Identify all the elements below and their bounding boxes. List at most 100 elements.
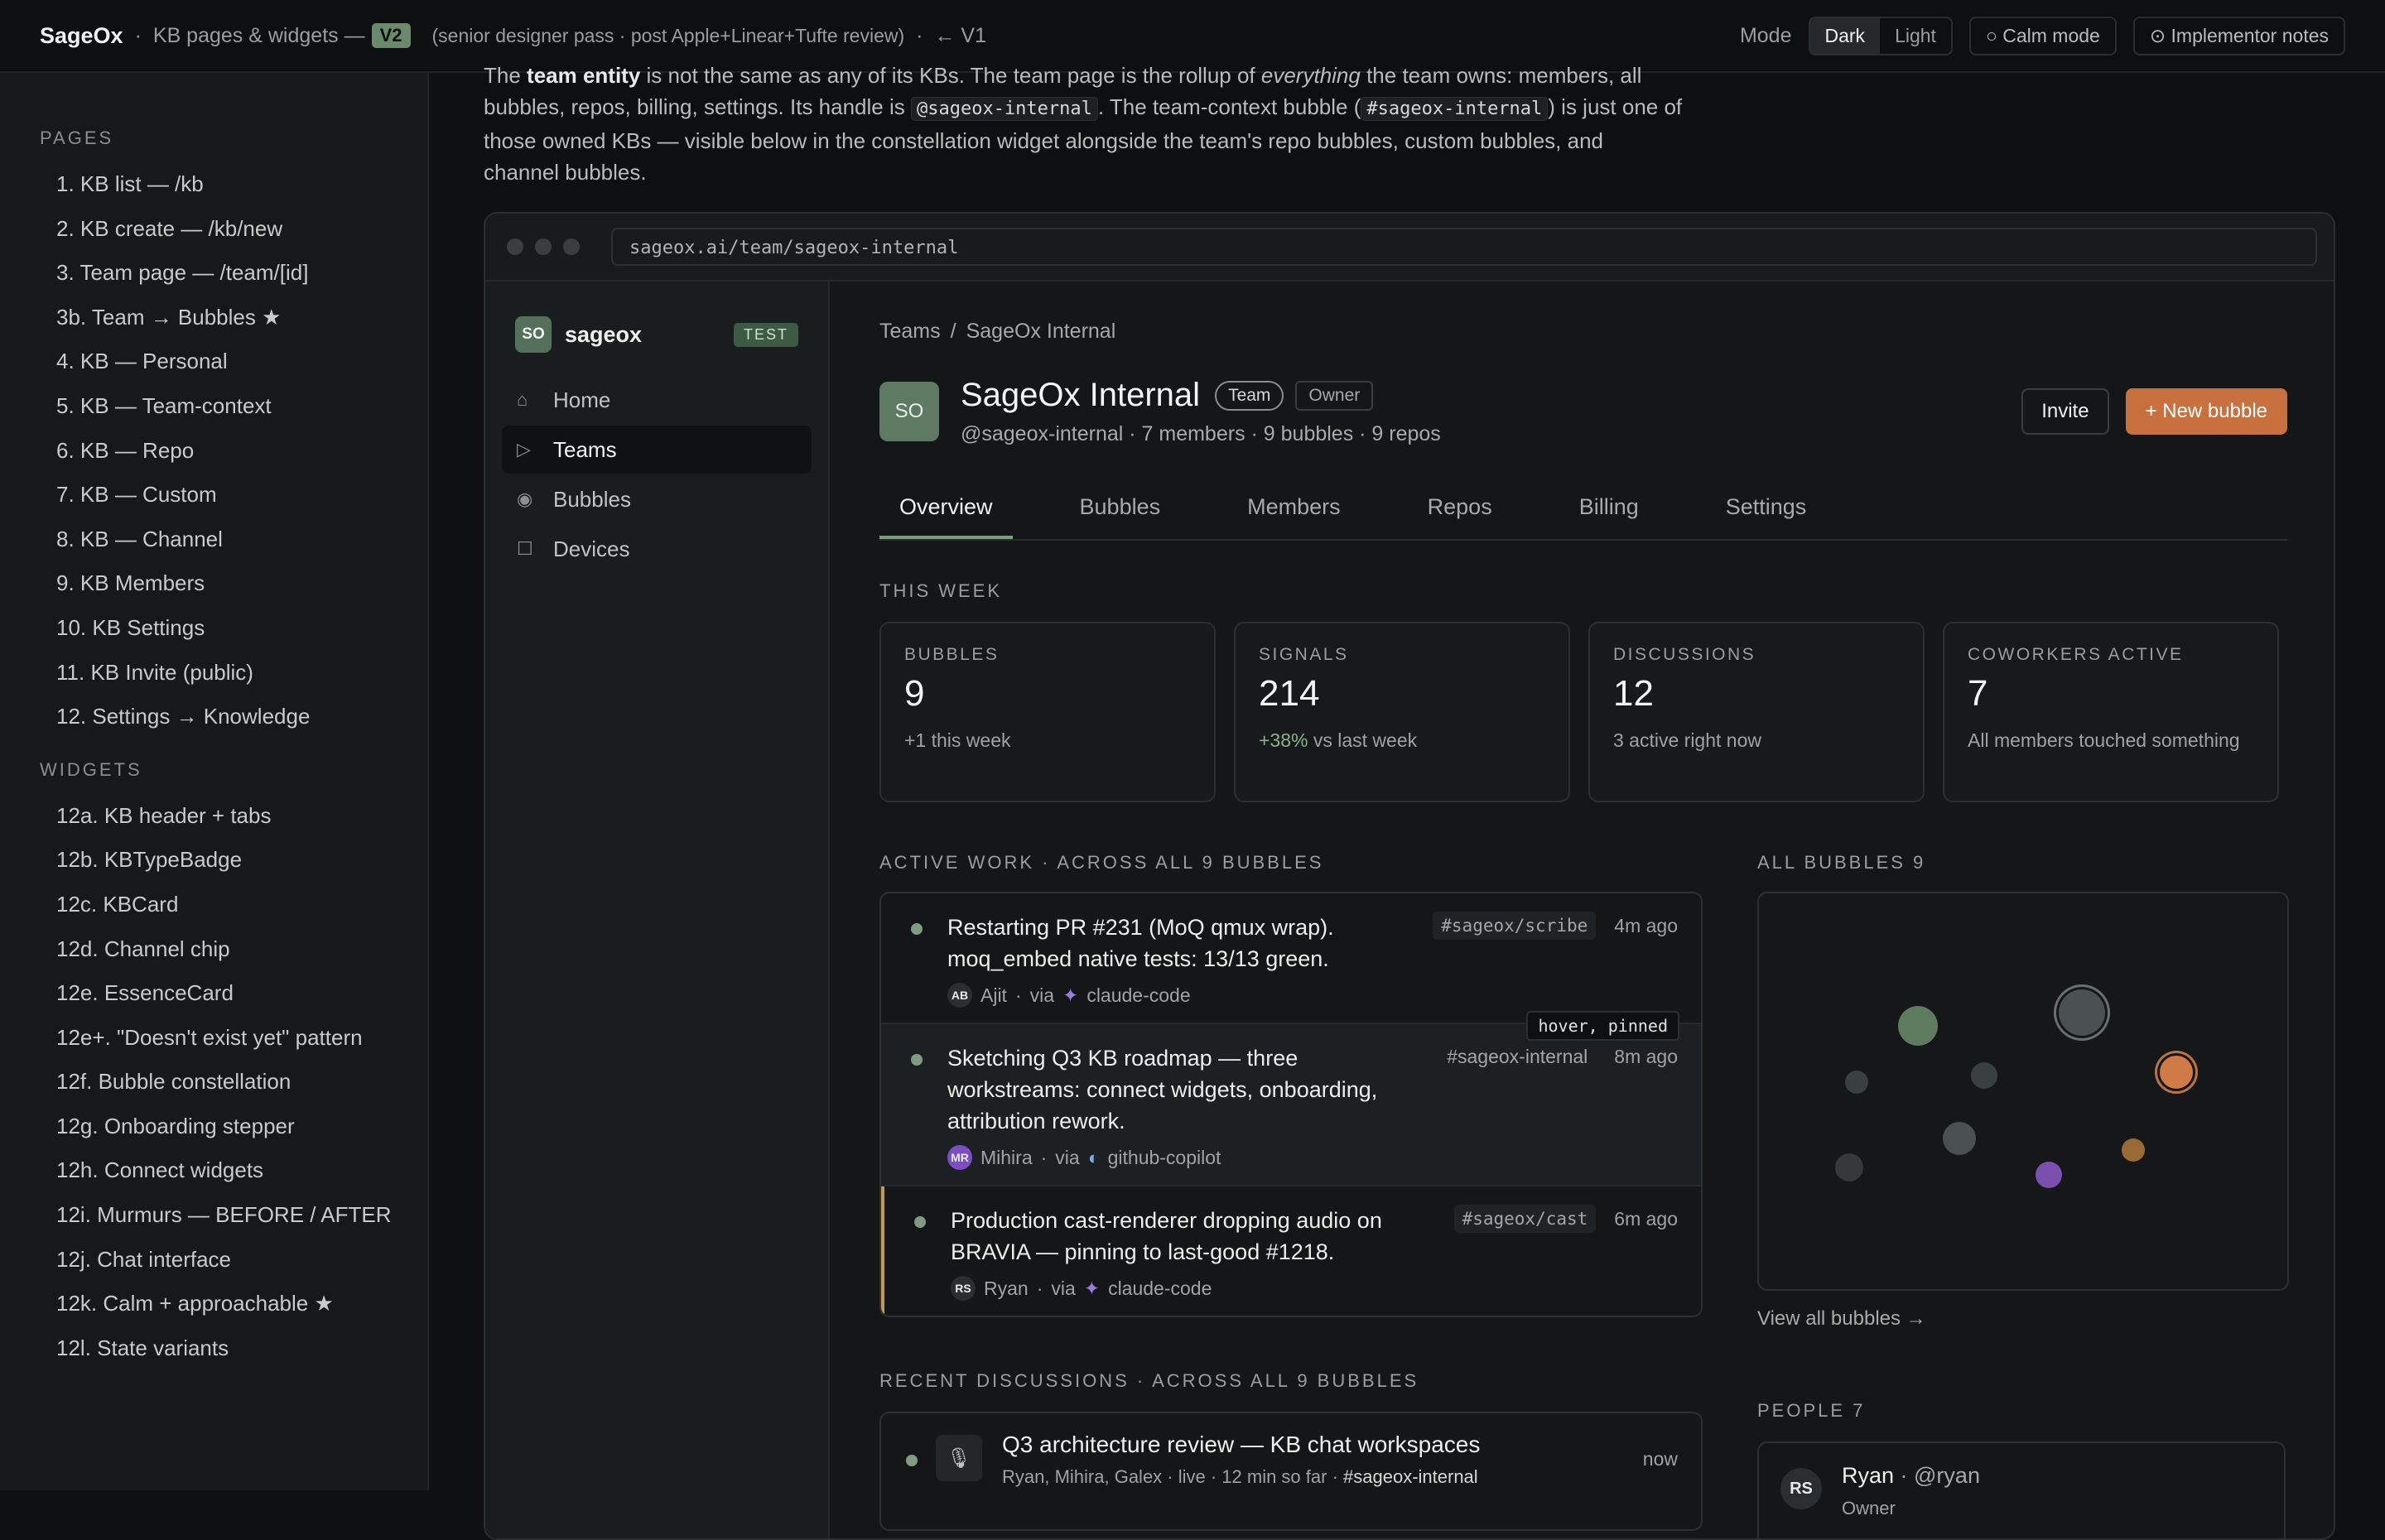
stat-card-discussions: DISCUSSIONS 12 3 active right now [1588,622,1925,802]
nav-widget-link[interactable]: 12b. KBTypeBadge [0,838,427,883]
nav-widget-link[interactable]: 12e+. "Doesn't exist yet" pattern [0,1016,427,1061]
activity-item[interactable]: Restarting PR #231 (MoQ qmux wrap). moq_… [881,893,1701,1024]
tab-members[interactable]: Members [1227,484,1361,539]
nav-widget-link[interactable]: 12i. Murmurs — BEFORE / AFTER [0,1193,427,1238]
stat-value: 214 [1259,673,1320,714]
nav-page-link[interactable]: 9. KB Members [0,561,427,606]
timestamp: 6m ago [1614,1208,1678,1230]
nav-page-link[interactable]: 4. KB — Personal [0,339,427,384]
nav-page-link[interactable]: 1. KB list — /kb [0,162,427,207]
nav-page-link[interactable]: 12. Settings → Knowledge [0,695,427,739]
nav-widget-link[interactable]: 12l. State variants [0,1326,427,1371]
person-role: Owner [1842,1498,1896,1518]
stat-label: SIGNALS [1259,645,1349,664]
via-label: via [1051,1277,1076,1299]
activity-item[interactable]: Production cast-renderer dropping audio … [881,1186,1701,1316]
claude-code-icon: ✦ [1083,1277,1101,1299]
mode-light-button[interactable]: Light [1880,18,1951,54]
nav-widget-link[interactable]: 12d. Channel chip [0,927,427,972]
url-bar[interactable]: sageox.ai/team/sageox-internal [611,228,2317,266]
calm-mode-button[interactable]: ○ Calm mode [1968,16,2117,55]
new-bubble-button[interactable]: + New bubble [2125,388,2287,435]
nav-page-link[interactable]: 2. KB create — /kb/new [0,207,427,252]
nav-page-link[interactable]: 3b. Team → Bubbles ★ [0,296,427,340]
separator: · [134,23,142,47]
role-tag: Owner [1295,380,1374,411]
nav-item-devices[interactable]: ☐ Devices [502,525,812,573]
implementor-notes-button[interactable]: ⊙ Implementor notes [2132,16,2345,55]
nav-widget-link[interactable]: 12j. Chat interface [0,1238,427,1283]
tab-overview[interactable]: Overview [879,484,1013,539]
widgets-list: 12a. KB header + tabs 12b. KBTypeBadge 12c… [0,794,427,1371]
intro-paragraph: The team entity is not the same as any o… [484,60,1684,188]
nav-widget-link[interactable]: 12c. KBCard [0,883,427,927]
invite-button[interactable]: Invite [2021,388,2109,435]
home-icon: ⌂ [517,389,528,410]
stat-card-coworkers: COWORKERS ACTIVE 7 All members touched s… [1943,622,2279,802]
bubble-chip[interactable]: #sageox-internal [1438,1042,1596,1071]
bubble-node[interactable] [2160,1056,2193,1089]
avatar: AB [947,983,972,1008]
tab-settings[interactable]: Settings [1706,484,1827,539]
activity-item[interactable]: hover, pinned Sketching Q3 KB roadmap — … [881,1011,1701,1186]
discussion-card[interactable]: 🎙 Q3 architecture review — KB chat works… [879,1412,1703,1531]
via-label: via [1055,1146,1080,1168]
nav-widget-link[interactable]: 12h. Connect widgets [0,1148,427,1193]
nav-label: Bubbles [553,486,631,512]
bubble-node[interactable] [2122,1138,2145,1162]
stat-value: 7 [1968,673,1988,714]
nav-widget-link[interactable]: 12a. KB header + tabs [0,794,427,839]
nav-page-link[interactable]: 3. Team page — /team/[id] [0,251,427,296]
nav-label: Teams [553,436,617,462]
timestamp: 8m ago [1614,1046,1678,1067]
nav-widget-link[interactable]: 12k. Calm + approachable ★ [0,1282,427,1326]
bubble-node[interactable] [1898,1006,1938,1046]
nav-page-link[interactable]: 8. KB — Channel [0,517,427,562]
activity-text: Restarting PR #231 (MoQ qmux wrap). moq_… [947,915,1334,971]
bubble-node[interactable] [1943,1122,1976,1155]
nav-page-link[interactable]: 6. KB — Repo [0,429,427,474]
nav-widget-link[interactable]: 12f. Bubble constellation [0,1060,427,1104]
person-name[interactable]: Mihira [980,1147,1033,1169]
tab-billing[interactable]: Billing [1559,484,1659,539]
nav-widget-link[interactable]: 12g. Onboarding stepper [0,1104,427,1149]
workspace-switcher[interactable]: SO sageox TEST [515,308,798,361]
bubble-node[interactable] [1971,1062,1997,1089]
nav-page-link[interactable]: 7. KB — Custom [0,473,427,517]
discussion-channel[interactable]: #sageox-internal [1343,1466,1478,1487]
person-card[interactable]: RS Ryan · @ryan Owner [1757,1441,2286,1538]
brand-name[interactable]: SageOx [40,23,123,49]
breadcrumb-teams[interactable]: Teams [879,320,941,343]
live-dot [906,1455,918,1466]
nav-item-home[interactable]: ⌂ Home [502,376,812,424]
nav-item-teams[interactable]: ▷ Teams [502,426,812,474]
stat-card-bubbles: BUBBLES 9 +1 this week [879,622,1216,802]
nav-page-link[interactable]: 11. KB Invite (public) [0,651,427,695]
view-all-bubbles-link[interactable]: View all bubbles → [1757,1307,2286,1331]
person-name[interactable]: Ajit [980,984,1007,1007]
tab-repos[interactable]: Repos [1408,484,1512,539]
bubble-constellation[interactable] [1757,892,2289,1291]
mode-dark-button[interactable]: Dark [1809,17,1881,54]
bubble-node[interactable] [2036,1162,2062,1188]
nav-item-bubbles[interactable]: ◉ Bubbles [502,475,812,523]
people-heading: PEOPLE 7 [1757,1400,1866,1421]
status-dot [914,1216,926,1228]
bubble-node[interactable] [1835,1153,1863,1181]
bubble-node[interactable] [2059,989,2105,1036]
bubble-chip[interactable]: #sageox/scribe [1433,912,1597,940]
tab-bubbles[interactable]: Bubbles [1060,484,1181,539]
window-dot [563,238,580,255]
breadcrumb-separator: / [950,320,956,343]
nav-label: Home [553,387,611,412]
bubble-node[interactable] [1845,1071,1868,1094]
person-name[interactable]: Ryan [984,1278,1029,1300]
stats-row: BUBBLES 9 +1 this week SIGNALS 214 +38% … [879,622,2287,802]
status-dot [911,1054,923,1066]
nav-page-link[interactable]: 5. KB — Team-context [0,384,427,429]
bubble-chip[interactable]: #sageox/cast [1453,1205,1597,1233]
back-to-v1-link[interactable]: ← V1 [934,24,986,48]
nav-widget-link[interactable]: 12e. EssenceCard [0,971,427,1016]
avatar: RS [1780,1468,1822,1509]
nav-page-link[interactable]: 10. KB Settings [0,606,427,651]
